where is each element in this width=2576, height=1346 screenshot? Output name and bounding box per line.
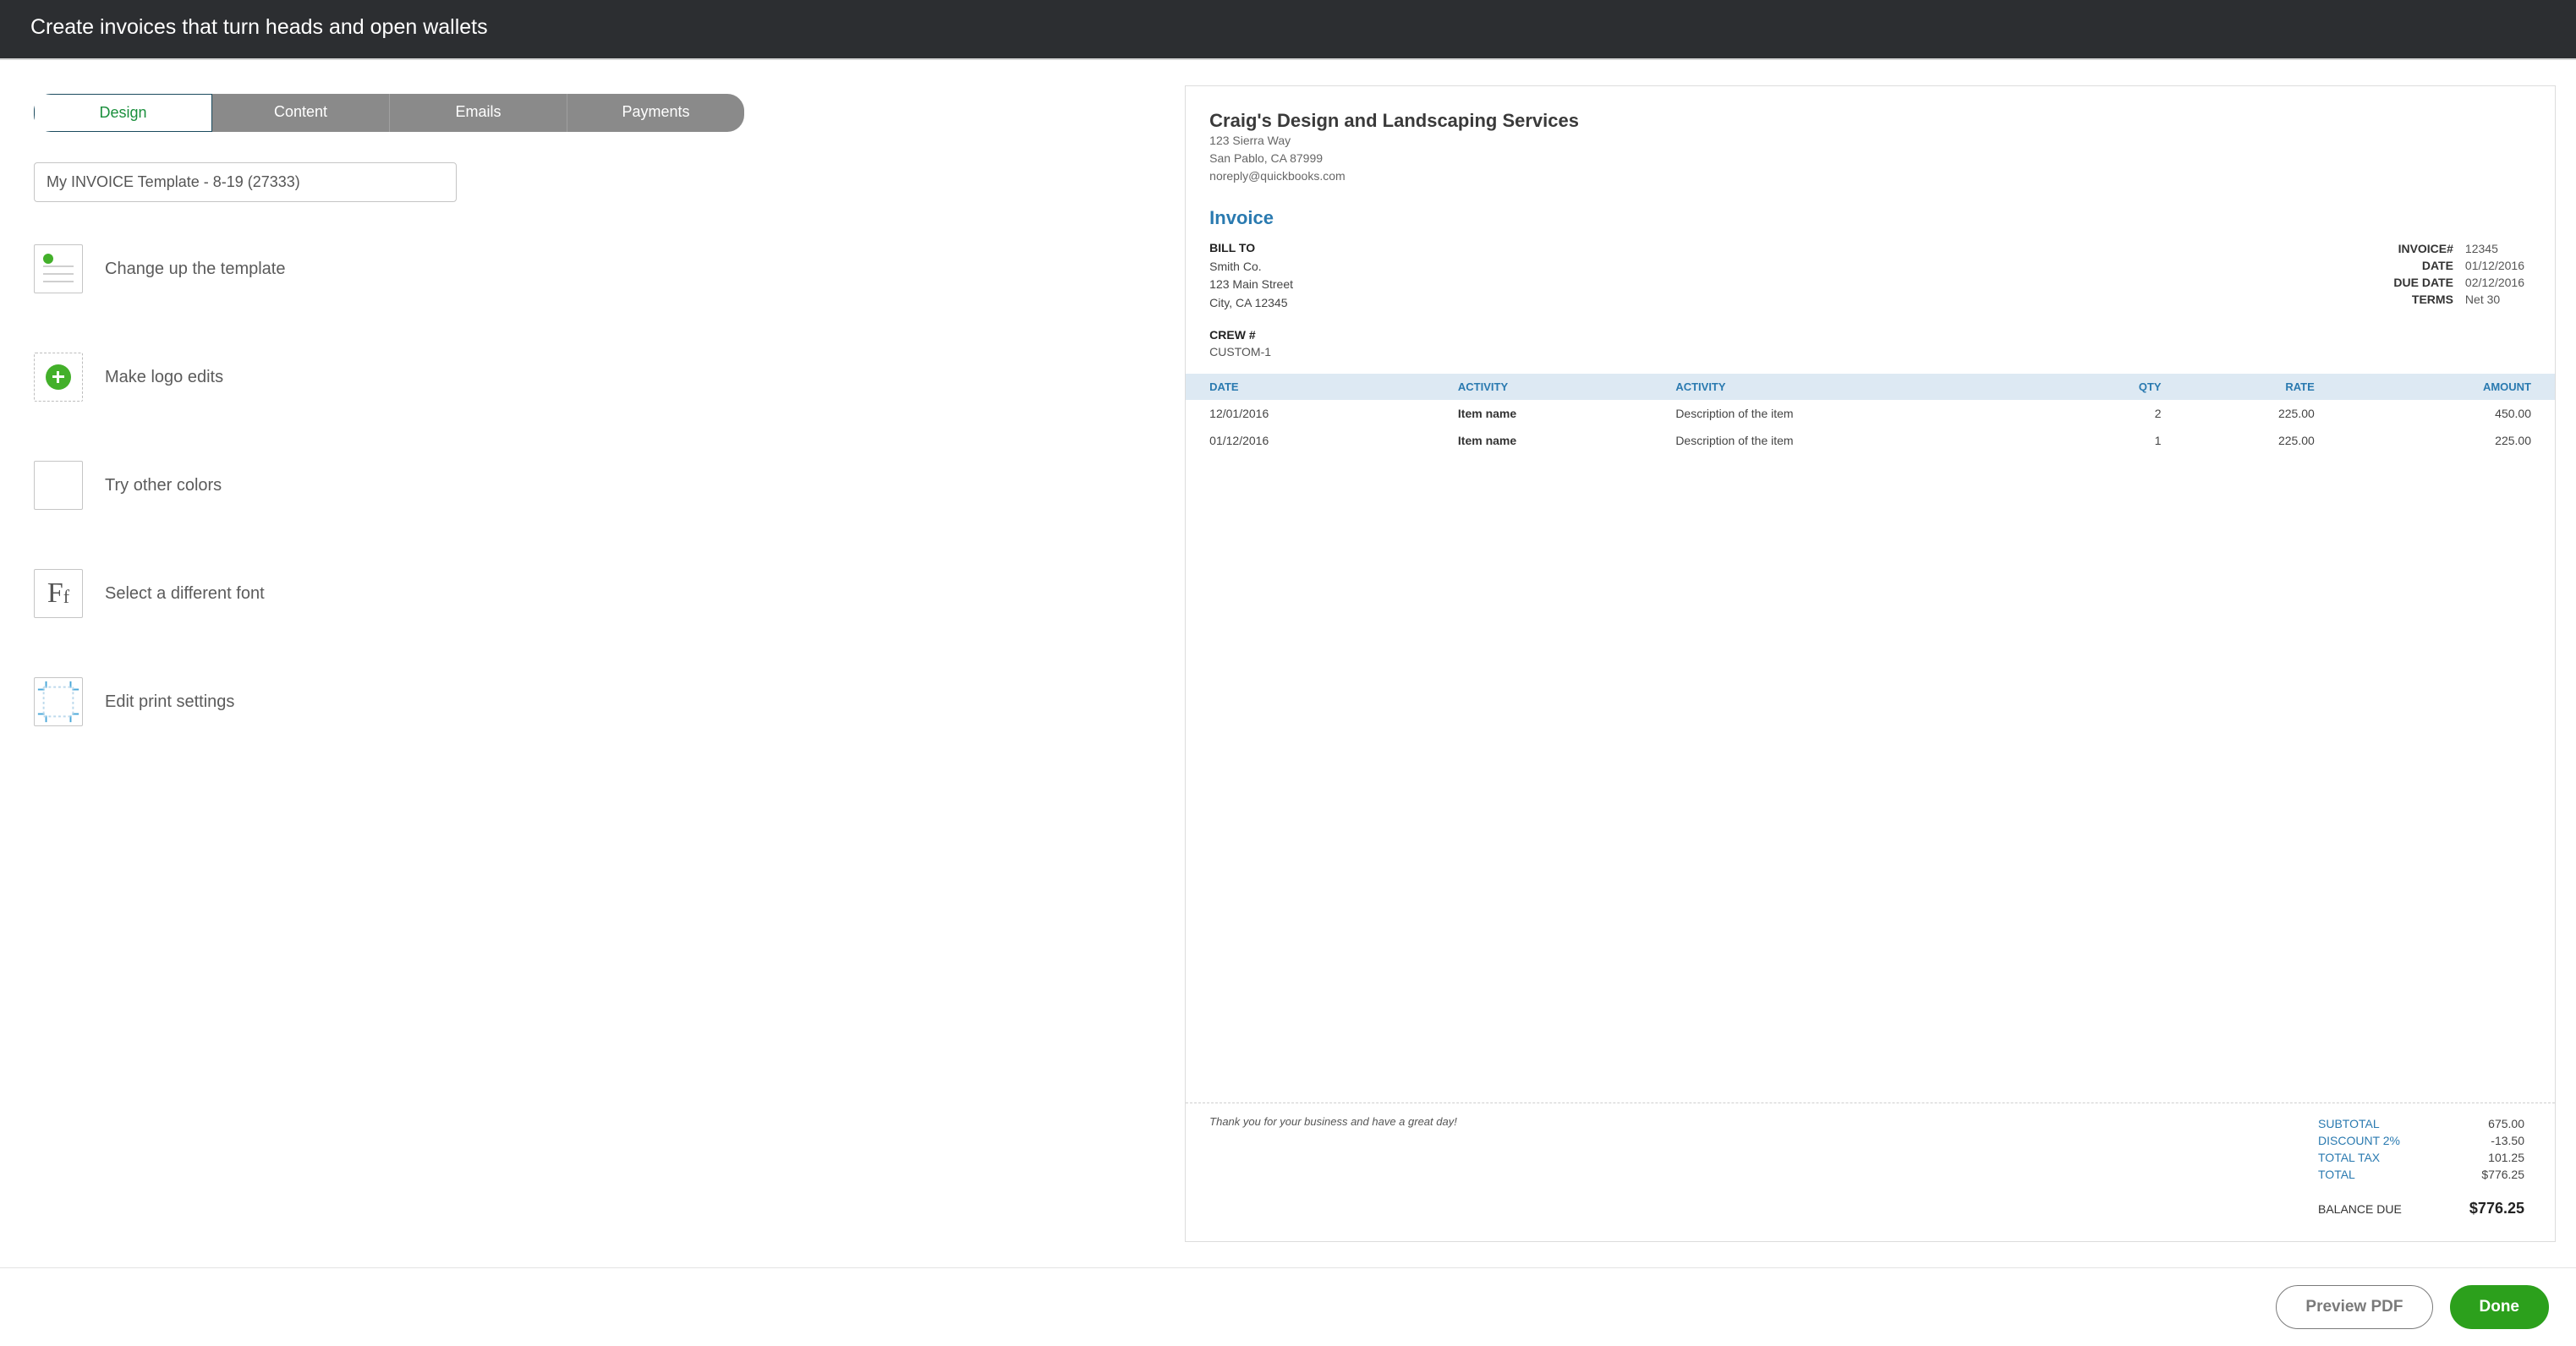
preview-pdf-button[interactable]: Preview PDF xyxy=(2276,1285,2432,1329)
table-filler xyxy=(1186,454,2555,1103)
table-header-row: DATE ACTIVITY ACTIVITY QTY RATE AMOUNT xyxy=(1186,374,2555,400)
company-name: Craig's Design and Landscaping Services xyxy=(1209,110,2531,132)
page-title: Create invoices that turn heads and open… xyxy=(0,0,2576,60)
line-items-table: DATE ACTIVITY ACTIVITY QTY RATE AMOUNT 1… xyxy=(1186,374,2555,454)
font-icon: Ff xyxy=(34,569,83,618)
totals-block: SUBTOTAL675.00 DISCOUNT 2%-13.50 TOTAL T… xyxy=(2311,1115,2531,1219)
done-button[interactable]: Done xyxy=(2450,1285,2550,1329)
table-row: 01/12/2016 Item name Description of the … xyxy=(1186,427,2555,454)
option-change-template[interactable]: Change up the template xyxy=(34,244,1151,293)
add-logo-icon xyxy=(34,353,83,402)
tab-bar: Design Content Emails Payments xyxy=(34,94,744,132)
thank-you-note: Thank you for your business and have a g… xyxy=(1209,1115,1457,1219)
tab-emails[interactable]: Emails xyxy=(390,94,567,132)
option-print-settings[interactable]: Edit print settings xyxy=(34,677,1151,726)
option-label: Make logo edits xyxy=(105,368,223,387)
bill-to-block: BILL TO Smith Co. 123 Main Street City, … xyxy=(1209,239,1293,313)
tab-content[interactable]: Content xyxy=(212,94,390,132)
company-address: 123 Sierra Way San Pablo, CA 87999 norep… xyxy=(1209,132,2531,185)
template-name-input[interactable] xyxy=(34,162,457,202)
option-select-font[interactable]: Ff Select a different font xyxy=(34,569,1151,618)
print-settings-icon xyxy=(34,677,83,726)
design-panel: Design Content Emails Payments Change up… xyxy=(0,60,1185,1267)
option-label: Try other colors xyxy=(105,476,222,495)
option-make-logo-edits[interactable]: Make logo edits xyxy=(34,353,1151,402)
invoice-preview: Craig's Design and Landscaping Services … xyxy=(1185,85,2556,1242)
color-palette-icon xyxy=(34,461,83,510)
option-try-colors[interactable]: Try other colors xyxy=(34,461,1151,510)
option-label: Edit print settings xyxy=(105,692,234,712)
tab-design[interactable]: Design xyxy=(34,94,212,132)
custom-field: CREW # CUSTOM-1 xyxy=(1209,328,2531,358)
footer-bar: Preview PDF Done xyxy=(0,1267,2576,1346)
tab-payments[interactable]: Payments xyxy=(567,94,744,132)
invoice-preview-panel: Craig's Design and Landscaping Services … xyxy=(1185,60,2576,1267)
option-label: Select a different font xyxy=(105,584,265,604)
invoice-meta: INVOICE#12345 DATE01/12/2016 DUE DATE02/… xyxy=(2387,239,2531,313)
table-row: 12/01/2016 Item name Description of the … xyxy=(1186,400,2555,427)
document-title: Invoice xyxy=(1209,207,2531,229)
template-icon xyxy=(34,244,83,293)
option-label: Change up the template xyxy=(105,260,286,279)
